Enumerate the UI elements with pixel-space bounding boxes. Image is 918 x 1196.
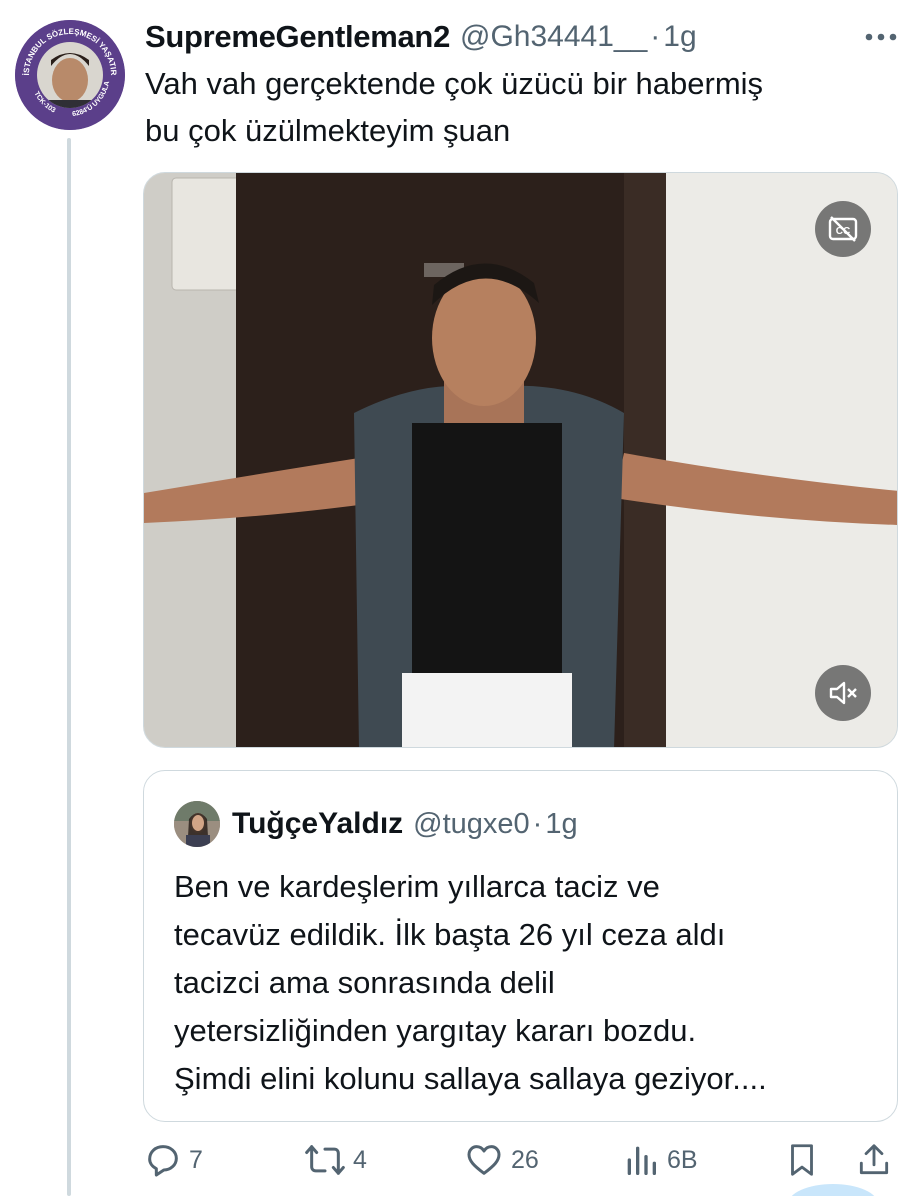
tweet-text-line: bu çok üzülmekteyim şuan (145, 113, 511, 148)
quoted-text-line: Şimdi elini kolunu sallaya sallaya geziy… (174, 1061, 767, 1096)
like-button[interactable]: 26 (463, 1140, 539, 1180)
like-count: 26 (511, 1145, 539, 1174)
reply-count: 7 (189, 1145, 203, 1174)
quoted-author-display-name[interactable]: TuğçeYaldız (232, 807, 403, 841)
views-button[interactable]: 6B (621, 1140, 698, 1180)
views-count: 6B (667, 1145, 698, 1174)
heart-icon (467, 1145, 501, 1175)
retweet-icon (305, 1145, 345, 1175)
quoted-text-line: Ben ve kardeşlerim yıllarca taciz ve (174, 869, 660, 904)
reply-icon (148, 1145, 178, 1177)
more-options-icon[interactable] (864, 16, 898, 50)
volume-muted-icon[interactable] (815, 665, 871, 721)
share-icon (859, 1144, 889, 1175)
quoted-tweet[interactable]: TuğçeYaldız @tugxe0 · 1g Ben ve kardeşle… (143, 770, 898, 1122)
share-button[interactable] (855, 1140, 893, 1180)
reply-button[interactable]: 7 (143, 1140, 203, 1180)
tweet-text: Vah vah gerçektende çok üzücü bir haberm… (145, 60, 905, 154)
quoted-author-handle[interactable]: @tugxe0 (413, 808, 530, 841)
tweet-text-line: Vah vah gerçektende çok üzücü bir haberm… (145, 66, 764, 101)
quoted-text-line: tacizci ama sonrasında delil (174, 965, 555, 1000)
video-frame (144, 173, 897, 747)
analytics-icon (627, 1146, 656, 1175)
quoted-text-line: tecavüz edildik. İlk başta 26 yıl ceza a… (174, 917, 726, 952)
tweet-time[interactable]: 1g (663, 20, 696, 54)
video-player[interactable]: CC (143, 172, 898, 748)
quoted-tweet-time[interactable]: 1g (545, 808, 577, 841)
retweet-button[interactable]: 4 (303, 1140, 367, 1180)
bookmark-button[interactable] (783, 1140, 821, 1180)
captions-off-icon[interactable]: CC (815, 201, 871, 257)
action-bar: 7 4 26 6B (143, 1140, 903, 1190)
quoted-author-avatar[interactable] (174, 801, 220, 847)
separator-dot: · (650, 20, 661, 53)
separator-dot: · (532, 807, 543, 840)
author-display-name[interactable]: SupremeGentleman2 (145, 19, 450, 55)
author-avatar[interactable]: İSTANBUL SÖZLEŞMESİ YAŞATIR TCK-103 6284… (15, 20, 125, 130)
quoted-tweet-header: TuğçeYaldız @tugxe0 · 1g (174, 801, 578, 847)
quoted-text-line: yetersizliğinden yargıtay kararı bozdu. (174, 1013, 697, 1048)
author-handle[interactable]: @Gh34441__ (460, 20, 647, 54)
tweet-header: SupremeGentleman2 @Gh34441__ · 1g (145, 14, 898, 60)
quoted-tweet-text: Ben ve kardeşlerim yıllarca taciz ve tec… (174, 863, 884, 1103)
retweet-count: 4 (353, 1145, 367, 1174)
bookmark-icon (791, 1144, 813, 1176)
thread-line (67, 138, 71, 1196)
